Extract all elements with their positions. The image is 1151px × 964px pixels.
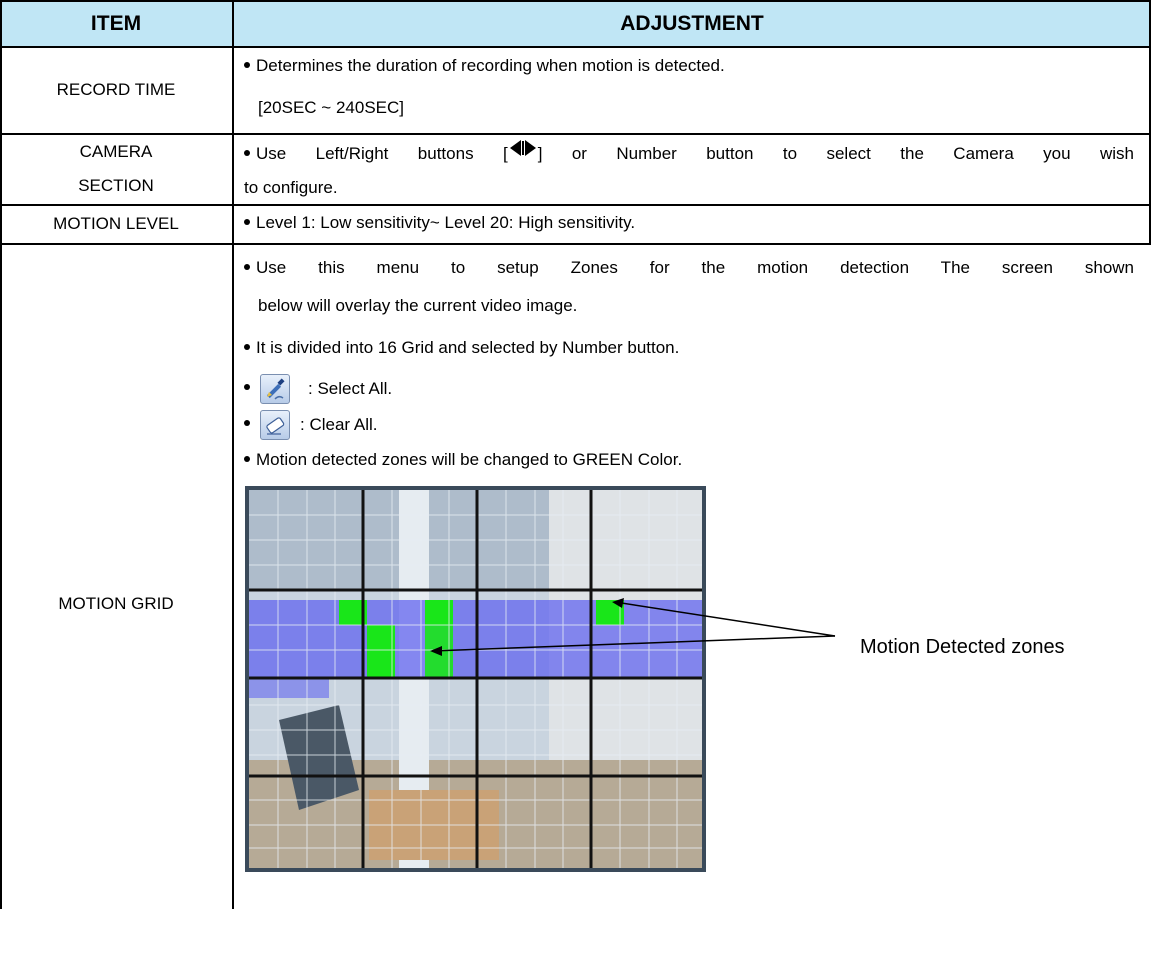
motion-detected-zones-callout: Motion Detected zones: [860, 636, 1065, 659]
callout-arrows: [430, 598, 836, 656]
settings-table: ITEM ADJUSTMENT RECORD TIME Determines t…: [0, 0, 1151, 909]
callout-text: Motion Detected zones: [860, 636, 1065, 658]
